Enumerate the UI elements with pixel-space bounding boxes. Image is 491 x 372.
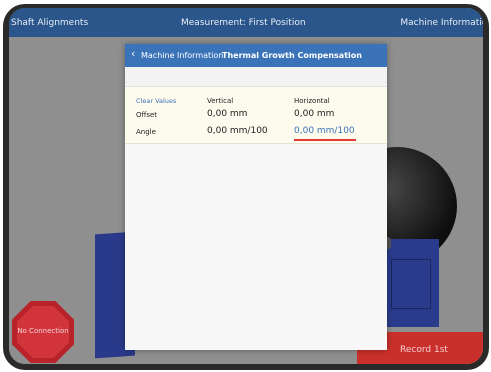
clear-values-button[interactable]: Clear Values (136, 97, 176, 105)
screen: Shaft Alignments Measurement: First Posi… (9, 8, 483, 364)
machine-panel (391, 259, 431, 309)
angle-vertical-field[interactable]: 0,00 mm/100 (207, 126, 268, 136)
angle-horizontal-field[interactable]: 0,00 mm/100 (294, 126, 355, 136)
dialog-title: Thermal Growth Compensation (222, 51, 362, 60)
offset-horizontal-field[interactable]: 0,00 mm (294, 109, 334, 119)
values-table: Clear Values Vertical Horizontal Offset … (125, 87, 387, 144)
nav-shaft-alignments[interactable]: Shaft Alignments (11, 18, 88, 28)
back-button[interactable]: Machine Information (141, 51, 223, 60)
column-header-vertical: Vertical (207, 97, 234, 105)
row-label-offset: Offset (136, 111, 158, 119)
nav-machine-information[interactable]: Machine Information (400, 18, 483, 28)
chevron-left-icon[interactable]: ‹ (131, 48, 135, 60)
thermal-growth-dialog: ‹ Machine Information Thermal Growth Com… (125, 44, 387, 350)
column-header-horizontal: Horizontal (294, 97, 330, 105)
tablet-frame: Shaft Alignments Measurement: First Posi… (3, 4, 489, 370)
toolbar-strip (125, 67, 387, 87)
right-machine (379, 239, 439, 327)
row-label-angle: Angle (136, 128, 156, 136)
dialog-body (125, 144, 387, 350)
active-field-underline (294, 139, 356, 141)
dialog-header: ‹ Machine Information Thermal Growth Com… (125, 44, 387, 67)
offset-vertical-field[interactable]: 0,00 mm (207, 109, 247, 119)
screen-title: Measurement: First Position (181, 18, 306, 28)
top-bar: Shaft Alignments Measurement: First Posi… (9, 8, 483, 37)
no-connection-label: No Connection (17, 327, 69, 335)
